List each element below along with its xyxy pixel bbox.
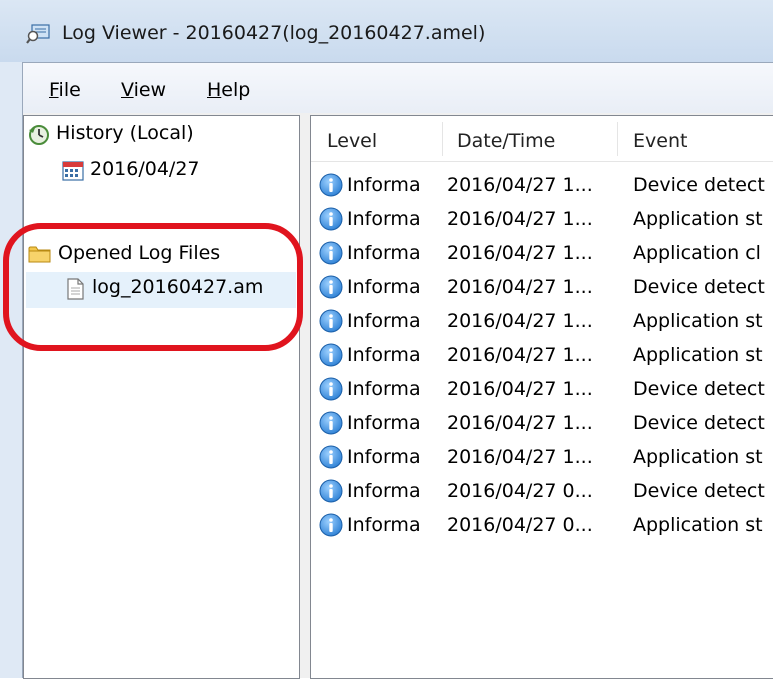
cell-event: Application st — [633, 446, 763, 468]
menu-view-accelerator: V — [121, 79, 134, 101]
info-icon — [319, 173, 343, 197]
column-header-datetime[interactable]: Date/Time — [457, 130, 555, 152]
info-icon — [319, 445, 343, 469]
log-list-panel: Level Date/Time Event Informa 2016/04/27 … — [310, 115, 773, 679]
cell-event: Device detect — [633, 480, 765, 502]
log-viewer-icon — [26, 24, 50, 44]
tree-item-opened-log-files-label: Opened Log Files — [58, 242, 221, 264]
table-row[interactable]: Informa 2016/04/27 1... Application st — [311, 441, 773, 475]
menu-view-label: iew — [133, 79, 167, 101]
cell-level: Informa — [347, 514, 421, 536]
client-area: File View Help History (Local) 2016/04/2… — [3, 62, 773, 679]
cell-event: Device detect — [633, 412, 765, 434]
menu-help[interactable]: Help — [207, 79, 250, 101]
info-icon — [319, 411, 343, 435]
column-separator[interactable] — [617, 122, 618, 156]
info-icon — [319, 377, 343, 401]
info-icon — [319, 513, 343, 537]
menu-file-accelerator: F — [49, 79, 59, 101]
table-row[interactable]: Informa 2016/04/27 1... Device detect — [311, 407, 773, 441]
tree-item-opened-log-files[interactable]: Opened Log Files — [26, 240, 296, 272]
cell-datetime: 2016/04/27 1... — [447, 378, 593, 400]
cell-datetime: 2016/04/27 1... — [447, 446, 593, 468]
table-row[interactable]: Informa 2016/04/27 1... Device detect — [311, 271, 773, 305]
cell-datetime: 2016/04/27 1... — [447, 174, 593, 196]
cell-level: Informa — [347, 208, 421, 230]
info-icon — [319, 207, 343, 231]
cell-datetime: 2016/04/27 1... — [447, 344, 593, 366]
title-bar: Log Viewer - 20160427(log_20160427.amel) — [0, 0, 773, 62]
cell-datetime: 2016/04/27 1... — [447, 242, 593, 264]
info-icon — [319, 309, 343, 333]
info-icon — [319, 479, 343, 503]
cell-event: Application st — [633, 514, 763, 536]
cell-level: Informa — [347, 412, 421, 434]
info-icon — [319, 241, 343, 265]
menu-file[interactable]: File — [49, 79, 81, 101]
menu-help-label: elp — [221, 79, 251, 101]
table-row[interactable]: Informa 2016/04/27 1... Device detect — [311, 373, 773, 407]
cell-event: Application cl — [633, 242, 761, 264]
column-header-level[interactable]: Level — [327, 130, 377, 152]
table-row[interactable]: Informa 2016/04/27 1... Application cl — [311, 237, 773, 271]
cell-level: Informa — [347, 242, 421, 264]
menu-help-accelerator: H — [207, 79, 222, 101]
tree-panel: History (Local) 2016/04/27 Opened Log Fi… — [23, 115, 300, 679]
table-row[interactable]: Informa 2016/04/27 1... Application st — [311, 305, 773, 339]
tree-item-log-file-label: log_20160427.am — [92, 276, 264, 298]
column-separator[interactable] — [442, 122, 443, 156]
tree-item-history[interactable]: History (Local) — [26, 120, 296, 152]
cell-level: Informa — [347, 310, 421, 332]
column-header-event[interactable]: Event — [633, 130, 687, 152]
calendar-icon — [62, 161, 84, 181]
list-header: Level Date/Time Event — [311, 116, 773, 162]
cell-level: Informa — [347, 174, 421, 196]
cell-datetime: 2016/04/27 0... — [447, 480, 593, 502]
cell-datetime: 2016/04/27 1... — [447, 310, 593, 332]
tree-item-history-label: History (Local) — [56, 122, 194, 144]
cell-level: Informa — [347, 378, 421, 400]
menu-file-label: ile — [58, 79, 81, 101]
file-icon — [67, 278, 84, 300]
tree-item-log-file[interactable]: log_20160427.am — [26, 272, 296, 308]
table-row[interactable]: Informa 2016/04/27 0... Device detect — [311, 475, 773, 509]
cell-level: Informa — [347, 276, 421, 298]
cell-datetime: 2016/04/27 1... — [447, 208, 593, 230]
cell-level: Informa — [347, 446, 421, 468]
table-row[interactable]: Informa 2016/04/27 0... Application st — [311, 509, 773, 543]
cell-event: Application st — [633, 310, 763, 332]
tree-item-history-date[interactable]: 2016/04/27 — [26, 156, 296, 188]
cell-level: Informa — [347, 480, 421, 502]
window-title: Log Viewer - 20160427(log_20160427.amel) — [62, 22, 486, 44]
info-icon — [319, 343, 343, 367]
history-icon — [29, 125, 49, 145]
tree-item-history-date-label: 2016/04/27 — [90, 158, 200, 180]
cell-event: Application st — [633, 208, 763, 230]
cell-event: Application st — [633, 344, 763, 366]
info-icon — [319, 275, 343, 299]
cell-event: Device detect — [633, 276, 765, 298]
cell-datetime: 2016/04/27 0... — [447, 514, 593, 536]
cell-datetime: 2016/04/27 1... — [447, 412, 593, 434]
cell-datetime: 2016/04/27 1... — [447, 276, 593, 298]
table-row[interactable]: Informa 2016/04/27 1... Application st — [311, 203, 773, 237]
menu-view[interactable]: View — [121, 79, 166, 101]
cell-level: Informa — [347, 344, 421, 366]
table-row[interactable]: Informa 2016/04/27 1... Application st — [311, 339, 773, 373]
cell-event: Device detect — [633, 174, 765, 196]
menu-bar: File View Help — [23, 63, 773, 113]
log-viewer-window: Log Viewer - 20160427(log_20160427.amel)… — [0, 0, 773, 679]
table-row[interactable]: Informa 2016/04/27 1... Device detect — [311, 169, 773, 203]
folder-icon — [28, 246, 51, 263]
cell-event: Device detect — [633, 378, 765, 400]
